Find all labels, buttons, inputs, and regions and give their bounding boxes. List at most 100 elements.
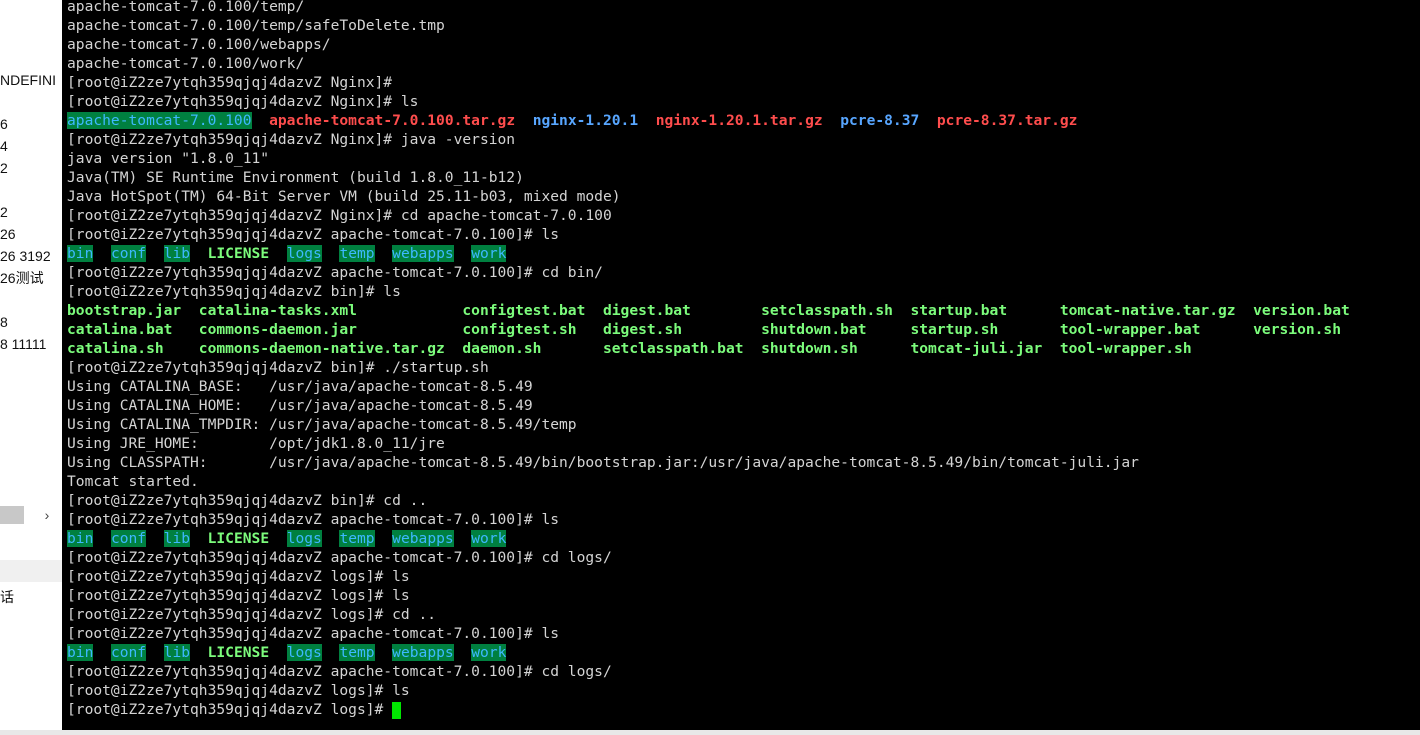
horizontal-scrollbar[interactable]: › [0, 506, 62, 524]
terminal-line: apache-tomcat-7.0.100/temp/ [67, 0, 1350, 16]
terminal-line: Using CATALINA_TMPDIR: /usr/java/apache-… [67, 415, 1350, 434]
ls-entry: LICENSE [207, 644, 270, 661]
ls-entry: logs [286, 245, 322, 262]
left-fragment-text: 6 [0, 116, 8, 132]
ls-entry: conf [110, 245, 147, 262]
chevron-right-icon[interactable]: › [36, 506, 58, 524]
terminal-line: [root@iZ2ze7ytqh359qjqj4dazvZ bin]# ls [67, 282, 1350, 301]
terminal-line: [root@iZ2ze7ytqh359qjqj4dazvZ Nginx]# [67, 73, 1350, 92]
left-fragment-text: 4 [0, 138, 8, 154]
terminal-line: [root@iZ2ze7ytqh359qjqj4dazvZ bin]# ./st… [67, 358, 1350, 377]
ls-entry: work [471, 644, 507, 661]
terminal-line: [root@iZ2ze7ytqh359qjqj4dazvZ apache-tom… [67, 225, 1350, 244]
terminal-text: Java(TM) SE Runtime Environment (build 1… [67, 169, 524, 186]
ls-entry: pcre-8.37 [840, 112, 920, 129]
terminal-text: Using CATALINA_BASE: /usr/java/apache-to… [67, 378, 533, 395]
left-fragment-text: NDEFINI [0, 72, 56, 88]
terminal-line: Using CATALINA_BASE: /usr/java/apache-to… [67, 377, 1350, 396]
terminal-text: [root@iZ2ze7ytqh359qjqj4dazvZ apache-tom… [67, 625, 560, 642]
terminal-text: java version "1.8.0_11" [67, 150, 270, 167]
terminal-text: Using CATALINA_HOME: /usr/java/apache-to… [67, 397, 533, 414]
ls-entry: temp [339, 530, 375, 547]
terminal-line: apache-tomcat-7.0.100/work/ [67, 54, 1350, 73]
left-fragment-text: 26 [0, 226, 16, 242]
ls-entry: logs [286, 530, 322, 547]
ls-entry: webapps [392, 245, 454, 262]
left-fragment-text: 8 11111 [0, 336, 47, 352]
terminal-line: apache-tomcat-7.0.100 apache-tomcat-7.0.… [67, 111, 1350, 130]
terminal-line: Using JRE_HOME: /opt/jdk1.8.0_11/jre [67, 434, 1350, 453]
ls-entry: temp [339, 245, 375, 262]
window-bottom-edge [0, 730, 1420, 735]
left-background-window: NDEFINI 6 4 2 2 26 26 3192 26测试 8 8 1111… [0, 0, 62, 735]
terminal-line: apache-tomcat-7.0.100/temp/safeToDelete.… [67, 16, 1350, 35]
terminal-line: catalina.sh commons-daemon-native.tar.gz… [67, 339, 1350, 358]
terminal-line: Using CLASSPATH: /usr/java/apache-tomcat… [67, 453, 1350, 472]
terminal-window[interactable]: apache-tomcat-7.0.100/temp/apache-tomcat… [62, 0, 1420, 730]
terminal-text: [root@iZ2ze7ytqh359qjqj4dazvZ apache-tom… [67, 226, 560, 243]
terminal-text: [root@iZ2ze7ytqh359qjqj4dazvZ bin]# cd .… [67, 492, 428, 509]
terminal-line: [root@iZ2ze7ytqh359qjqj4dazvZ logs]# ls [67, 681, 1350, 700]
terminal-text: apache-tomcat-7.0.100/webapps/ [67, 36, 331, 53]
terminal-line: [root@iZ2ze7ytqh359qjqj4dazvZ logs]# ls [67, 586, 1350, 605]
terminal-line: catalina.bat commons-daemon.jar configte… [67, 320, 1350, 339]
terminal-text: [root@iZ2ze7ytqh359qjqj4dazvZ apache-tom… [67, 264, 603, 281]
terminal-line: bin conf lib LICENSE logs temp webapps w… [67, 244, 1350, 263]
ls-entry: work [471, 245, 507, 262]
terminal-text: [root@iZ2ze7ytqh359qjqj4dazvZ apache-tom… [67, 663, 612, 680]
terminal-line: [root@iZ2ze7ytqh359qjqj4dazvZ logs]# cd … [67, 605, 1350, 624]
terminal-line: [root@iZ2ze7ytqh359qjqj4dazvZ Nginx]# ls [67, 92, 1350, 111]
left-panel-band [0, 560, 62, 582]
left-fragment-text: 26 3192 [0, 248, 51, 264]
terminal-line: [root@iZ2ze7ytqh359qjqj4dazvZ logs]# ls [67, 567, 1350, 586]
terminal-text: Java HotSpot(TM) 64-Bit Server VM (build… [67, 188, 621, 205]
scrollbar-thumb[interactable] [0, 506, 24, 524]
terminal-line: [root@iZ2ze7ytqh359qjqj4dazvZ apache-tom… [67, 624, 1350, 643]
ls-entry: temp [339, 644, 375, 661]
terminal-text: [root@iZ2ze7ytqh359qjqj4dazvZ bin]# ls [67, 283, 401, 300]
terminal-text: [root@iZ2ze7ytqh359qjqj4dazvZ apache-tom… [67, 549, 612, 566]
terminal-text: [root@iZ2ze7ytqh359qjqj4dazvZ logs]# cd … [67, 606, 437, 623]
ls-entry: apache-tomcat-7.0.100.tar.gz [269, 112, 516, 129]
terminal-text: [root@iZ2ze7ytqh359qjqj4dazvZ Nginx]# [67, 74, 393, 91]
terminal-text: [root@iZ2ze7ytqh359qjqj4dazvZ Nginx]# cd… [67, 207, 612, 224]
terminal-text: [root@iZ2ze7ytqh359qjqj4dazvZ apache-tom… [67, 511, 560, 528]
ls-entry: bin [67, 530, 94, 547]
ls-entry: bin [67, 644, 94, 661]
terminal-line: [root@iZ2ze7ytqh359qjqj4dazvZ apache-tom… [67, 662, 1350, 681]
terminal-line: [root@iZ2ze7ytqh359qjqj4dazvZ apache-tom… [67, 263, 1350, 282]
terminal-line: Java(TM) SE Runtime Environment (build 1… [67, 168, 1350, 187]
terminal-text: [root@iZ2ze7ytqh359qjqj4dazvZ logs]# ls [67, 682, 410, 699]
terminal-text: Using CATALINA_TMPDIR: /usr/java/apache-… [67, 416, 577, 433]
ls-entry: lib [163, 245, 191, 262]
ls-entry: apache-tomcat-7.0.100 [67, 112, 252, 129]
terminal-line: bootstrap.jar catalina-tasks.xml configt… [67, 301, 1350, 320]
ls-entry: webapps [392, 644, 454, 661]
ls-entry: lib [163, 644, 191, 661]
ls-entry: nginx-1.20.1.tar.gz [655, 112, 823, 129]
ls-entry: webapps [392, 530, 454, 547]
terminal-line: [root@iZ2ze7ytqh359qjqj4dazvZ bin]# cd .… [67, 491, 1350, 510]
terminal-line: [root@iZ2ze7ytqh359qjqj4dazvZ apache-tom… [67, 510, 1350, 529]
ls-entry: LICENSE [207, 245, 270, 262]
ls-entry: logs [286, 644, 322, 661]
terminal-text: [root@iZ2ze7ytqh359qjqj4dazvZ logs]# ls [67, 587, 410, 604]
terminal-line: java version "1.8.0_11" [67, 149, 1350, 168]
terminal-line: bin conf lib LICENSE logs temp webapps w… [67, 529, 1350, 548]
terminal-line: apache-tomcat-7.0.100/webapps/ [67, 35, 1350, 54]
left-fragment-text: 26测试 [0, 270, 44, 286]
ls-entry: conf [110, 644, 147, 661]
